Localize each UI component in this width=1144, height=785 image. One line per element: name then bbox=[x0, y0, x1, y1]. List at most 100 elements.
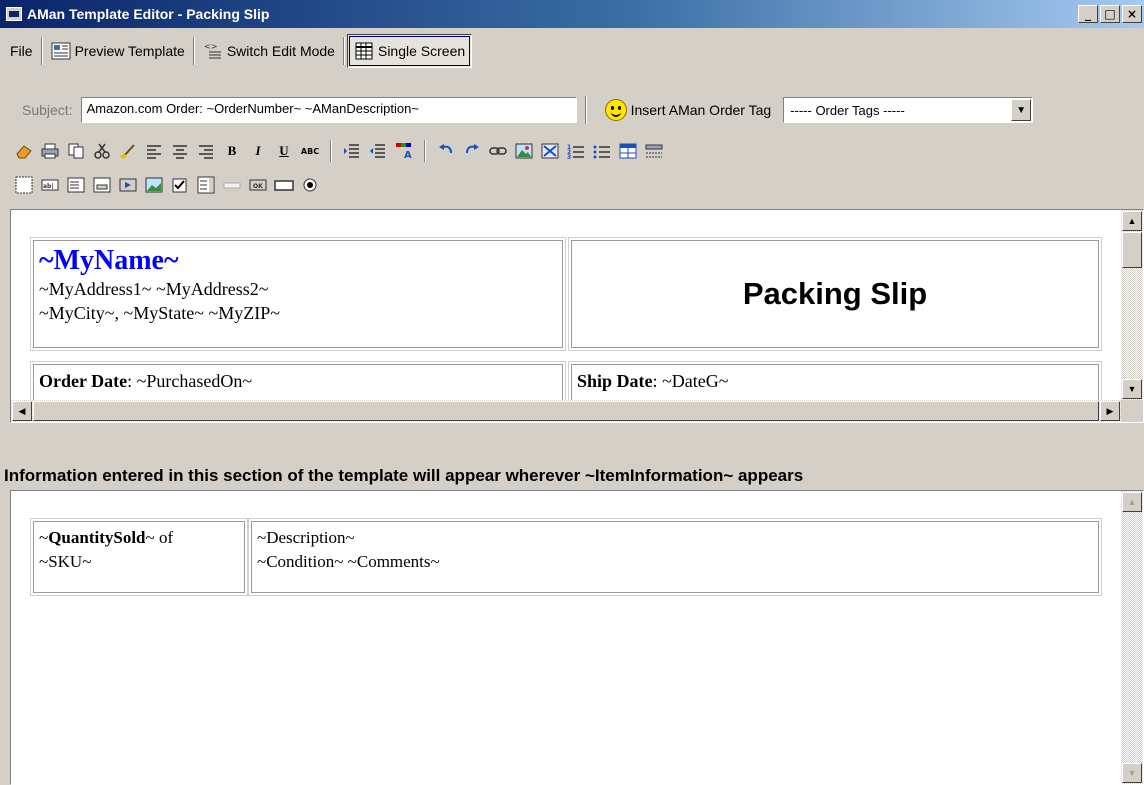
maximize-button[interactable]: □ bbox=[1100, 5, 1120, 23]
indent-icon[interactable] bbox=[342, 141, 362, 161]
order-date-label: Order Date bbox=[39, 371, 128, 391]
horizontal-rule-icon[interactable] bbox=[644, 141, 664, 161]
print-icon[interactable] bbox=[40, 141, 60, 161]
item-editor-pane[interactable]: ~QuantitySold~ of ~SKU~ ~Description~ ~C… bbox=[10, 490, 1144, 785]
single-screen-button[interactable]: Single Screen bbox=[346, 34, 473, 68]
undo-icon[interactable] bbox=[436, 141, 456, 161]
format-toolbar: B I U ABC A 123 bbox=[14, 138, 664, 164]
ship-date-cell[interactable]: Ship Date: ~DateG~ bbox=[568, 361, 1102, 407]
sku-tag: ~SKU~ bbox=[39, 552, 92, 571]
window-controls: _ □ × bbox=[1078, 5, 1142, 23]
switch-edit-mode-label: Switch Edit Mode bbox=[226, 43, 335, 59]
spellcheck-icon[interactable]: ABC bbox=[300, 141, 320, 161]
description-tag: ~Description~ bbox=[257, 528, 355, 547]
preview-template-button[interactable]: Preview Template bbox=[45, 34, 191, 68]
ship-date-value: : ~DateG~ bbox=[652, 371, 729, 391]
address-line-1: ~MyAddress1~ ~MyAddress2~ bbox=[39, 279, 269, 299]
link-icon[interactable] bbox=[488, 141, 508, 161]
app-icon bbox=[6, 7, 22, 21]
cut-icon[interactable] bbox=[92, 141, 112, 161]
title-bar: AMan Template Editor - Packing Slip _ □ … bbox=[0, 0, 1144, 28]
file-field-icon[interactable] bbox=[92, 175, 112, 195]
horizontal-scrollbar[interactable]: ◀ ▶ bbox=[11, 400, 1121, 422]
order-tags-selected: ----- Order Tags ----- bbox=[790, 102, 905, 118]
file-menu[interactable]: File bbox=[4, 34, 39, 68]
align-left-icon[interactable] bbox=[144, 141, 164, 161]
qty-suffix: ~ of bbox=[145, 528, 174, 547]
copy-icon[interactable] bbox=[66, 141, 86, 161]
header-editor-pane[interactable]: ~MyName~ ~MyAddress1~ ~MyAddress2~ ~MyCi… bbox=[10, 209, 1144, 423]
underline-icon[interactable]: U bbox=[274, 141, 294, 161]
smiley-icon[interactable] bbox=[604, 99, 627, 121]
chevron-down-icon[interactable]: ▼ bbox=[1011, 99, 1032, 121]
toolbar-separator bbox=[40, 37, 43, 65]
svg-text:3: 3 bbox=[567, 154, 571, 159]
italic-icon[interactable]: I bbox=[248, 141, 268, 161]
main-toolbar: File Preview Template <> Switch Edit Mod… bbox=[0, 32, 1144, 70]
ship-date-label: Ship Date bbox=[577, 371, 653, 391]
subject-label: Subject: bbox=[22, 102, 73, 118]
scroll-down-icon[interactable]: ▼ bbox=[1122, 763, 1142, 783]
bullet-list-icon[interactable] bbox=[592, 141, 612, 161]
packing-slip-title: Packing Slip bbox=[742, 276, 928, 311]
button-field-icon[interactable] bbox=[118, 175, 138, 195]
radio-button-icon[interactable] bbox=[300, 175, 320, 195]
scroll-up-icon[interactable]: ▲ bbox=[1122, 492, 1142, 512]
order-date-cell[interactable]: Order Date: ~PurchasedOn~ bbox=[30, 361, 566, 407]
bold-icon[interactable]: B bbox=[222, 141, 242, 161]
hidden-field-icon[interactable] bbox=[222, 175, 242, 195]
vertical-scrollbar[interactable]: ▲ ▼ bbox=[1121, 210, 1143, 400]
align-right-icon[interactable] bbox=[196, 141, 216, 161]
select-field-icon[interactable] bbox=[196, 175, 216, 195]
numbered-list-icon[interactable]: 123 bbox=[566, 141, 586, 161]
sender-info-cell[interactable]: ~MyName~ ~MyAddress1~ ~MyAddress2~ ~MyCi… bbox=[30, 237, 566, 351]
single-screen-label: Single Screen bbox=[377, 43, 466, 59]
condition-comments-tag: ~Condition~ ~Comments~ bbox=[257, 552, 440, 571]
form-icon[interactable] bbox=[14, 175, 34, 195]
vertical-scrollbar[interactable]: ▲ ▼ bbox=[1121, 491, 1143, 784]
textarea-icon[interactable] bbox=[66, 175, 86, 195]
minimize-button[interactable]: _ bbox=[1078, 5, 1098, 23]
qty-prefix: ~ bbox=[39, 528, 49, 547]
eraser-icon[interactable] bbox=[14, 141, 34, 161]
order-tags-dropdown[interactable]: ----- Order Tags ----- ▼ bbox=[783, 97, 1034, 123]
insert-order-tag-button[interactable]: Insert AMan Order Tag bbox=[631, 102, 772, 118]
subject-row: Subject: Amazon.com Order: ~OrderNumber~… bbox=[0, 92, 1144, 128]
toolbar-separator bbox=[330, 140, 332, 162]
toolbar-separator bbox=[342, 37, 345, 65]
image-icon[interactable] bbox=[514, 141, 534, 161]
ok-button-icon[interactable]: OK bbox=[248, 175, 268, 195]
image-button-icon[interactable] bbox=[144, 175, 164, 195]
switch-edit-mode-button[interactable]: <> Switch Edit Mode bbox=[197, 34, 341, 68]
scroll-corner bbox=[1121, 400, 1143, 422]
special-char-icon[interactable] bbox=[540, 141, 560, 161]
title-cell[interactable]: Packing Slip bbox=[568, 237, 1102, 351]
preview-template-label: Preview Template bbox=[74, 43, 185, 59]
brush-icon[interactable] bbox=[118, 141, 138, 161]
table-icon[interactable] bbox=[618, 141, 638, 161]
scroll-right-icon[interactable]: ▶ bbox=[1100, 401, 1120, 421]
scroll-thumb[interactable] bbox=[1122, 232, 1142, 268]
align-center-icon[interactable] bbox=[170, 141, 190, 161]
close-button[interactable]: × bbox=[1122, 5, 1142, 23]
item-section-notice: Information entered in this section of t… bbox=[4, 466, 804, 485]
outdent-icon[interactable] bbox=[368, 141, 388, 161]
input-field-icon[interactable] bbox=[274, 175, 294, 195]
svg-text:OK: OK bbox=[253, 183, 263, 190]
description-cell[interactable]: ~Description~ ~Condition~ ~Comments~ bbox=[248, 518, 1102, 596]
textbox-icon[interactable]: ab| bbox=[40, 175, 60, 195]
redo-icon[interactable] bbox=[462, 141, 482, 161]
my-name-tag: ~MyName~ bbox=[39, 245, 179, 276]
horizontal-scroll-thumb[interactable] bbox=[33, 401, 1099, 421]
toolbar-separator bbox=[424, 140, 426, 162]
scroll-up-icon[interactable]: ▲ bbox=[1122, 211, 1142, 231]
text-color-icon[interactable]: A bbox=[394, 141, 414, 161]
checkbox-icon[interactable] bbox=[170, 175, 190, 195]
order-date-value: : ~PurchasedOn~ bbox=[127, 371, 253, 391]
subject-input[interactable]: Amazon.com Order: ~OrderNumber~ ~AManDes… bbox=[80, 97, 577, 123]
scroll-down-icon[interactable]: ▼ bbox=[1122, 379, 1142, 399]
scroll-left-icon[interactable]: ◀ bbox=[12, 401, 32, 421]
window-title: AMan Template Editor - Packing Slip bbox=[27, 6, 270, 22]
quantity-sku-cell[interactable]: ~QuantitySold~ of ~SKU~ bbox=[30, 518, 248, 596]
form-controls-toolbar: ab| OK bbox=[14, 172, 320, 198]
